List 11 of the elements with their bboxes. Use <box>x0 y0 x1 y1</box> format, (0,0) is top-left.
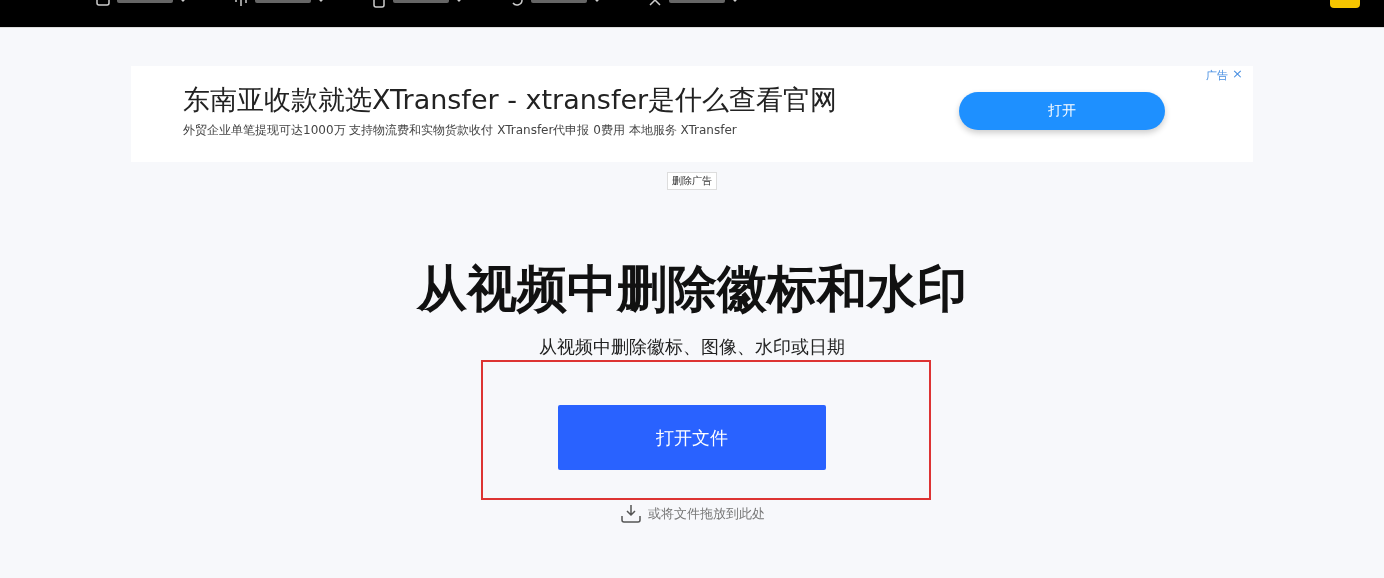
drop-hint: 或将文件拖放到此处 <box>647 505 765 523</box>
ad-label: 广告 <box>1206 68 1229 82</box>
ad-title[interactable]: 东南亚收款就选XTransfer - xtransfer是什么查看官网 <box>183 82 838 118</box>
page-title: 从视频中删除徽标和水印 <box>417 259 967 320</box>
close-icon[interactable]: × <box>1232 68 1243 82</box>
page-subtitle: 从视频中删除徽标、图像、水印或日期 <box>539 335 845 359</box>
ad-description: 外贸企业单笔提现可达1000万 支持物流费和实物货款收付 XTransfer代申报 0费用 本地服务 XTransfer <box>183 122 738 139</box>
open-button[interactable]: 打开 <box>959 91 1165 130</box>
download-icon <box>619 504 642 524</box>
remove-ad-button[interactable]: 删除广告 <box>667 172 717 190</box>
open-file-button[interactable]: 打开文件 <box>558 405 826 470</box>
